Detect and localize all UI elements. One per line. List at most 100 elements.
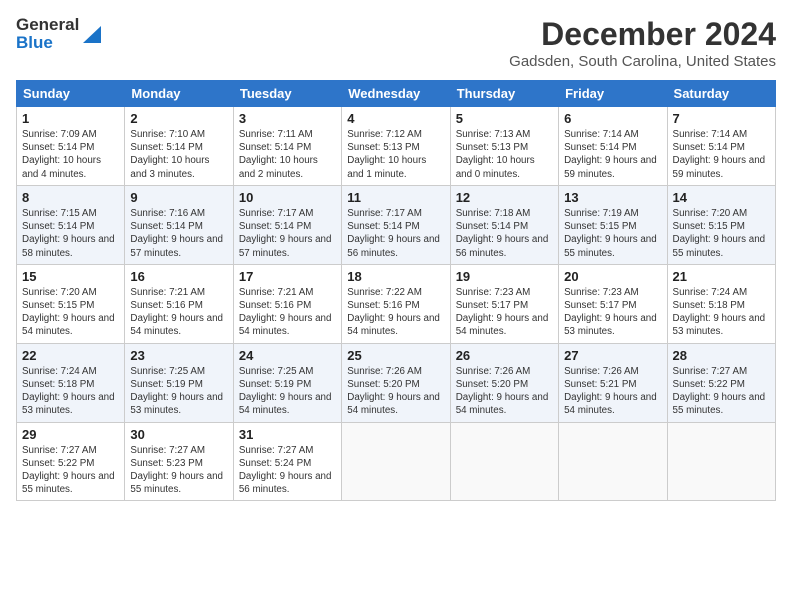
day-number: 14 [673,190,770,205]
logo-triangle-icon [83,21,101,48]
day-number: 13 [564,190,661,205]
day-number: 11 [347,190,444,205]
calendar-cell: 26 Sunrise: 7:26 AMSunset: 5:20 PMDaylig… [450,343,558,422]
day-number: 1 [22,111,119,126]
calendar-cell: 9 Sunrise: 7:16 AMSunset: 5:14 PMDayligh… [125,185,233,264]
calendar-cell: 10 Sunrise: 7:17 AMSunset: 5:14 PMDaylig… [233,185,341,264]
day-info: Sunrise: 7:12 AMSunset: 5:13 PMDaylight:… [347,128,444,181]
title-block: December 2024 Gadsden, South Carolina, U… [509,16,776,70]
day-number: 6 [564,111,661,126]
day-number: 18 [347,269,444,284]
day-info: Sunrise: 7:17 AMSunset: 5:14 PMDaylight:… [347,207,444,260]
day-info: Sunrise: 7:21 AMSunset: 5:16 PMDaylight:… [239,286,336,339]
day-info: Sunrise: 7:14 AMSunset: 5:14 PMDaylight:… [673,128,770,181]
day-number: 26 [456,348,553,363]
day-info: Sunrise: 7:14 AMSunset: 5:14 PMDaylight:… [564,128,661,181]
day-number: 5 [456,111,553,126]
logo-general: General [16,16,79,34]
day-number: 12 [456,190,553,205]
day-info: Sunrise: 7:21 AMSunset: 5:16 PMDaylight:… [130,286,227,339]
day-info: Sunrise: 7:26 AMSunset: 5:21 PMDaylight:… [564,365,661,418]
calendar-cell: 6 Sunrise: 7:14 AMSunset: 5:14 PMDayligh… [559,107,667,186]
calendar-cell: 23 Sunrise: 7:25 AMSunset: 5:19 PMDaylig… [125,343,233,422]
day-info: Sunrise: 7:20 AMSunset: 5:15 PMDaylight:… [22,286,119,339]
col-header-tuesday: Tuesday [233,81,341,107]
calendar-cell: 8 Sunrise: 7:15 AMSunset: 5:14 PMDayligh… [17,185,125,264]
day-info: Sunrise: 7:17 AMSunset: 5:14 PMDaylight:… [239,207,336,260]
day-info: Sunrise: 7:19 AMSunset: 5:15 PMDaylight:… [564,207,661,260]
calendar-cell: 18 Sunrise: 7:22 AMSunset: 5:16 PMDaylig… [342,264,450,343]
calendar-cell: 7 Sunrise: 7:14 AMSunset: 5:14 PMDayligh… [667,107,775,186]
calendar-cell: 25 Sunrise: 7:26 AMSunset: 5:20 PMDaylig… [342,343,450,422]
calendar-cell: 13 Sunrise: 7:19 AMSunset: 5:15 PMDaylig… [559,185,667,264]
day-number: 2 [130,111,227,126]
day-info: Sunrise: 7:24 AMSunset: 5:18 PMDaylight:… [673,286,770,339]
day-info: Sunrise: 7:25 AMSunset: 5:19 PMDaylight:… [239,365,336,418]
day-number: 9 [130,190,227,205]
day-number: 29 [22,427,119,442]
day-info: Sunrise: 7:15 AMSunset: 5:14 PMDaylight:… [22,207,119,260]
day-number: 31 [239,427,336,442]
day-info: Sunrise: 7:27 AMSunset: 5:22 PMDaylight:… [22,444,119,497]
col-header-wednesday: Wednesday [342,81,450,107]
day-info: Sunrise: 7:26 AMSunset: 5:20 PMDaylight:… [347,365,444,418]
calendar-cell: 31 Sunrise: 7:27 AMSunset: 5:24 PMDaylig… [233,422,341,501]
day-number: 8 [22,190,119,205]
day-info: Sunrise: 7:24 AMSunset: 5:18 PMDaylight:… [22,365,119,418]
day-info: Sunrise: 7:16 AMSunset: 5:14 PMDaylight:… [130,207,227,260]
header: General Blue December 2024 Gadsden, Sout… [16,16,776,70]
calendar-header-row: SundayMondayTuesdayWednesdayThursdayFrid… [17,81,776,107]
calendar-cell: 4 Sunrise: 7:12 AMSunset: 5:13 PMDayligh… [342,107,450,186]
day-info: Sunrise: 7:20 AMSunset: 5:15 PMDaylight:… [673,207,770,260]
day-number: 27 [564,348,661,363]
calendar-cell: 14 Sunrise: 7:20 AMSunset: 5:15 PMDaylig… [667,185,775,264]
day-info: Sunrise: 7:23 AMSunset: 5:17 PMDaylight:… [456,286,553,339]
calendar-cell: 15 Sunrise: 7:20 AMSunset: 5:15 PMDaylig… [17,264,125,343]
calendar-cell: 1 Sunrise: 7:09 AMSunset: 5:14 PMDayligh… [17,107,125,186]
day-number: 22 [22,348,119,363]
col-header-saturday: Saturday [667,81,775,107]
location-title: Gadsden, South Carolina, United States [509,53,776,70]
calendar-cell: 22 Sunrise: 7:24 AMSunset: 5:18 PMDaylig… [17,343,125,422]
day-info: Sunrise: 7:27 AMSunset: 5:24 PMDaylight:… [239,444,336,497]
day-info: Sunrise: 7:27 AMSunset: 5:22 PMDaylight:… [673,365,770,418]
col-header-monday: Monday [125,81,233,107]
calendar-cell: 5 Sunrise: 7:13 AMSunset: 5:13 PMDayligh… [450,107,558,186]
day-number: 21 [673,269,770,284]
calendar-cell: 17 Sunrise: 7:21 AMSunset: 5:16 PMDaylig… [233,264,341,343]
day-number: 19 [456,269,553,284]
day-number: 15 [22,269,119,284]
day-info: Sunrise: 7:27 AMSunset: 5:23 PMDaylight:… [130,444,227,497]
day-number: 16 [130,269,227,284]
calendar-cell: 16 Sunrise: 7:21 AMSunset: 5:16 PMDaylig… [125,264,233,343]
calendar-cell [342,422,450,501]
day-info: Sunrise: 7:10 AMSunset: 5:14 PMDaylight:… [130,128,227,181]
day-info: Sunrise: 7:18 AMSunset: 5:14 PMDaylight:… [456,207,553,260]
day-number: 24 [239,348,336,363]
day-info: Sunrise: 7:23 AMSunset: 5:17 PMDaylight:… [564,286,661,339]
month-title: December 2024 [509,16,776,53]
calendar-cell: 20 Sunrise: 7:23 AMSunset: 5:17 PMDaylig… [559,264,667,343]
logo: General Blue [16,16,101,52]
logo-blue: Blue [16,34,79,52]
day-number: 3 [239,111,336,126]
calendar-cell: 27 Sunrise: 7:26 AMSunset: 5:21 PMDaylig… [559,343,667,422]
day-info: Sunrise: 7:11 AMSunset: 5:14 PMDaylight:… [239,128,336,181]
calendar-cell [667,422,775,501]
calendar-cell: 21 Sunrise: 7:24 AMSunset: 5:18 PMDaylig… [667,264,775,343]
col-header-friday: Friday [559,81,667,107]
page: General Blue December 2024 Gadsden, Sout… [0,0,792,511]
calendar-cell: 30 Sunrise: 7:27 AMSunset: 5:23 PMDaylig… [125,422,233,501]
day-number: 30 [130,427,227,442]
calendar-table: SundayMondayTuesdayWednesdayThursdayFrid… [16,80,776,501]
day-info: Sunrise: 7:22 AMSunset: 5:16 PMDaylight:… [347,286,444,339]
calendar-cell: 3 Sunrise: 7:11 AMSunset: 5:14 PMDayligh… [233,107,341,186]
day-info: Sunrise: 7:25 AMSunset: 5:19 PMDaylight:… [130,365,227,418]
day-number: 10 [239,190,336,205]
calendar-cell [450,422,558,501]
col-header-thursday: Thursday [450,81,558,107]
calendar-cell: 12 Sunrise: 7:18 AMSunset: 5:14 PMDaylig… [450,185,558,264]
calendar-cell: 28 Sunrise: 7:27 AMSunset: 5:22 PMDaylig… [667,343,775,422]
day-number: 17 [239,269,336,284]
calendar-cell: 24 Sunrise: 7:25 AMSunset: 5:19 PMDaylig… [233,343,341,422]
